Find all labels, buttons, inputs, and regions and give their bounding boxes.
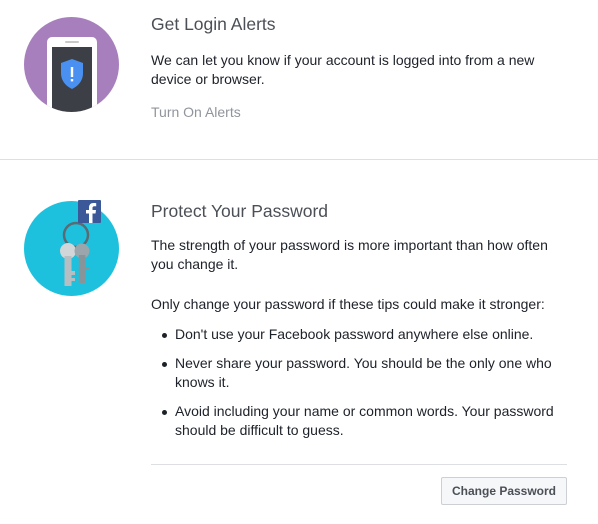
login-alerts-title: Get Login Alerts [151, 14, 276, 34]
bullet-icon [162, 410, 167, 415]
footer-divider [151, 464, 567, 465]
password-tip-text: Never share your password. You should be… [175, 355, 552, 390]
turn-on-alerts-link[interactable]: Turn On Alerts [151, 104, 241, 120]
password-tip: Never share your password. You should be… [151, 354, 571, 392]
login-alerts-description: We can let you know if your account is l… [151, 52, 535, 87]
protect-password-description: The strength of your password is more im… [151, 237, 548, 272]
password-tip-text: Don't use your Facebook password anywher… [175, 326, 534, 342]
password-tip: Don't use your Facebook password anywher… [151, 325, 571, 344]
phone-shield-icon [24, 17, 119, 112]
password-tips-list: Don't use your Facebook password anywher… [151, 325, 571, 450]
protect-password-title: Protect Your Password [151, 201, 329, 221]
bullet-icon [162, 362, 167, 367]
password-tip: Avoid including your name or common word… [151, 402, 571, 440]
bullet-icon [162, 333, 167, 338]
change-password-button[interactable]: Change Password [441, 477, 567, 505]
password-tip-text: Avoid including your name or common word… [175, 403, 554, 438]
keys-icon [24, 200, 119, 296]
password-tips-intro: Only change your password if these tips … [151, 296, 545, 312]
login-alerts-section: Get Login Alerts We can let you know if … [0, 0, 598, 159]
protect-password-section: Protect Your Password The strength of yo… [0, 160, 598, 524]
